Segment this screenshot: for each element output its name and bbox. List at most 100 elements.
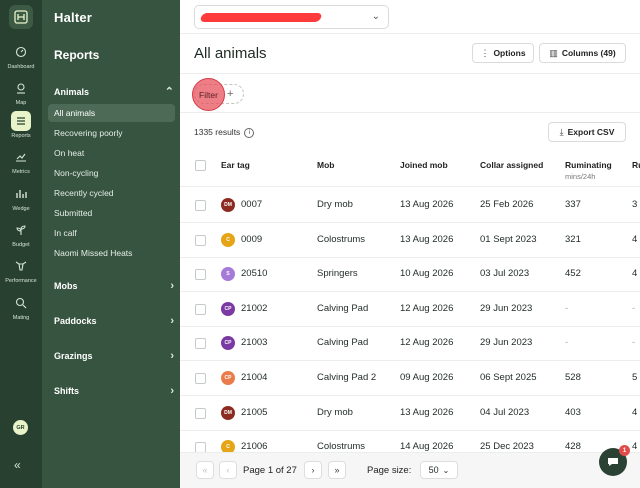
export-csv-button[interactable]: ⤓ Export CSV — [548, 122, 626, 142]
row-checkbox[interactable] — [195, 407, 206, 419]
menu-item-naomi-missed-heats[interactable]: Naomi Missed Heats — [48, 244, 175, 262]
rail-item-reports[interactable]: Reports — [0, 111, 42, 139]
menu-group-label: Animals — [54, 86, 90, 97]
collar-assigned-cell: 03 Jul 2023 — [480, 268, 530, 280]
rail-label: Budget — [12, 242, 30, 248]
list-icon — [11, 111, 31, 131]
rail-item-budget[interactable]: Budget — [0, 220, 42, 248]
table-row[interactable]: DM 21005 Dry mob 13 Aug 2026 04 Jul 2023 403 4 — [180, 396, 640, 431]
chat-badge: 1 — [619, 445, 630, 456]
row-checkbox[interactable] — [195, 338, 206, 350]
next-page-button[interactable]: › — [304, 461, 322, 479]
select-all-checkbox[interactable] — [195, 160, 206, 171]
menu-item-in-calf[interactable]: In calf — [48, 224, 175, 242]
truncated-cell: 4 — [632, 233, 638, 245]
ear-tag-cell[interactable]: 0007 — [241, 199, 262, 210]
menu-group-grazings[interactable]: Grazings › — [54, 350, 174, 362]
rail-item-dashboard[interactable]: Dashboard — [0, 42, 42, 70]
table-row[interactable]: CP 21003 Calving Pad 12 Aug 2026 29 Jun 2023… — [180, 326, 640, 362]
chat-button[interactable]: 1 — [599, 445, 630, 476]
ruminating-cell: 337 — [565, 199, 581, 210]
row-checkbox[interactable] — [195, 303, 206, 315]
row-checkbox[interactable] — [195, 269, 206, 281]
column-ruminating[interactable]: Ruminating — [565, 160, 612, 170]
mob-badge: CP — [221, 301, 235, 316]
sprout-icon — [11, 220, 31, 240]
menu-group-shifts[interactable]: Shifts › — [54, 385, 174, 397]
collapse-sidebar-icon[interactable]: « — [14, 458, 21, 472]
ear-tag-cell[interactable]: 21004 — [241, 372, 267, 383]
brand-name: Halter — [54, 10, 93, 25]
filter-button[interactable]: Filter — [192, 78, 225, 111]
table-row[interactable]: DM 0007 Dry mob 13 Aug 2026 25 Feb 2026 337 3 — [180, 188, 640, 223]
table-row[interactable]: CP 21004 Calving Pad 2 09 Aug 2026 06 Sept 2… — [180, 361, 640, 396]
redacted-farm-name — [199, 13, 323, 22]
ear-tag-cell[interactable]: 20510 — [241, 268, 267, 279]
ruminating-cell: 452 — [565, 268, 581, 280]
first-page-button[interactable]: « — [196, 461, 214, 479]
page-title: All animals — [194, 45, 267, 62]
rail-item-performance[interactable]: Performance — [0, 256, 42, 284]
main-content: ⌄ All animals ⋮ Options ▥ Columns (49) F… — [180, 0, 640, 488]
menu-item-submitted[interactable]: Submitted — [48, 204, 175, 222]
ruminating-cell: - — [565, 337, 569, 349]
menu-item-all-animals[interactable]: All animals — [48, 104, 175, 122]
gauge-icon — [11, 42, 31, 62]
joined-mob-cell: 10 Aug 2026 — [400, 268, 454, 280]
menu-item-on-heat[interactable]: On heat — [48, 144, 175, 162]
chevron-right-icon: › — [170, 315, 174, 327]
farm-select[interactable]: ⌄ — [194, 5, 389, 29]
bar-chart-icon — [11, 184, 31, 204]
ear-tag-cell[interactable]: 0009 — [241, 234, 262, 245]
menu-group-paddocks[interactable]: Paddocks › — [54, 315, 174, 327]
add-filter-icon[interactable]: + — [227, 88, 233, 100]
more-vertical-icon: ⋮ — [480, 47, 490, 58]
top-bar: ⌄ — [180, 0, 640, 34]
collar-assigned-cell: 06 Sept 2025 — [480, 372, 537, 383]
collar-assigned-cell: 25 Feb 2026 — [480, 199, 534, 210]
row-checkbox[interactable] — [195, 234, 206, 246]
last-page-button[interactable]: » — [328, 461, 346, 479]
row-checkbox[interactable] — [195, 200, 206, 211]
column-truncated[interactable]: Ru — [632, 160, 640, 170]
options-button[interactable]: ⋮ Options — [472, 43, 534, 63]
halter-logo-icon[interactable] — [9, 5, 33, 29]
ear-tag-cell[interactable]: 21005 — [241, 407, 267, 418]
user-avatar[interactable]: GR — [13, 420, 28, 435]
map-pin-icon — [11, 78, 31, 98]
ruminating-cell: 321 — [565, 233, 581, 245]
menu-group-mobs[interactable]: Mobs › — [54, 280, 174, 292]
ear-tag-cell[interactable]: 21002 — [241, 303, 267, 314]
menu-group-animals[interactable]: Animals ⌃ — [54, 85, 174, 98]
column-ear-tag[interactable]: Ear tag — [221, 160, 250, 170]
page-size-select[interactable]: 50 ⌄ — [420, 461, 458, 479]
info-icon[interactable]: i — [244, 127, 255, 138]
chevron-right-icon: › — [170, 280, 174, 292]
column-mob[interactable]: Mob — [317, 160, 334, 170]
columns-button[interactable]: ▥ Columns (49) — [539, 43, 626, 63]
menu-group-label: Paddocks — [54, 316, 97, 326]
page-size-label: Page size: — [367, 465, 412, 476]
table-row[interactable]: C 0009 Colostrums 13 Aug 2026 01 Sept 2023 32… — [180, 223, 640, 258]
menu-item-recently-cycled[interactable]: Recently cycled — [48, 184, 175, 202]
columns-label: Columns (49) — [561, 48, 616, 58]
rail-item-metrics[interactable]: Metrics — [0, 147, 42, 175]
row-checkbox[interactable] — [195, 373, 206, 384]
rail-item-mating[interactable]: Mating — [0, 293, 42, 321]
ear-tag-cell[interactable]: 21003 — [241, 337, 267, 348]
menu-item-non-cycling[interactable]: Non-cycling — [48, 164, 175, 182]
prev-page-button[interactable]: ‹ — [219, 461, 237, 479]
table-row[interactable]: CP 21002 Calving Pad 12 Aug 2026 29 Jun 2023… — [180, 292, 640, 327]
column-collar-assigned[interactable]: Collar assigned — [480, 160, 543, 170]
results-count: 1335 results i — [194, 127, 255, 138]
ear-tag-cell[interactable]: 21006 — [241, 441, 267, 452]
column-joined-mob[interactable]: Joined mob — [400, 160, 448, 170]
rail-label: Dashboard — [7, 64, 35, 70]
rail-item-map[interactable]: Map — [0, 78, 42, 106]
joined-mob-cell: 14 Aug 2026 — [400, 441, 454, 453]
rail-label: Mating — [12, 315, 30, 321]
rail-item-wedge[interactable]: Wedge — [0, 184, 42, 212]
table-row[interactable]: S 20510 Springers 10 Aug 2026 03 Jul 2023 452… — [180, 257, 640, 293]
mob-badge: CP — [221, 371, 235, 385]
menu-item-recovering-poorly[interactable]: Recovering poorly — [48, 124, 175, 142]
